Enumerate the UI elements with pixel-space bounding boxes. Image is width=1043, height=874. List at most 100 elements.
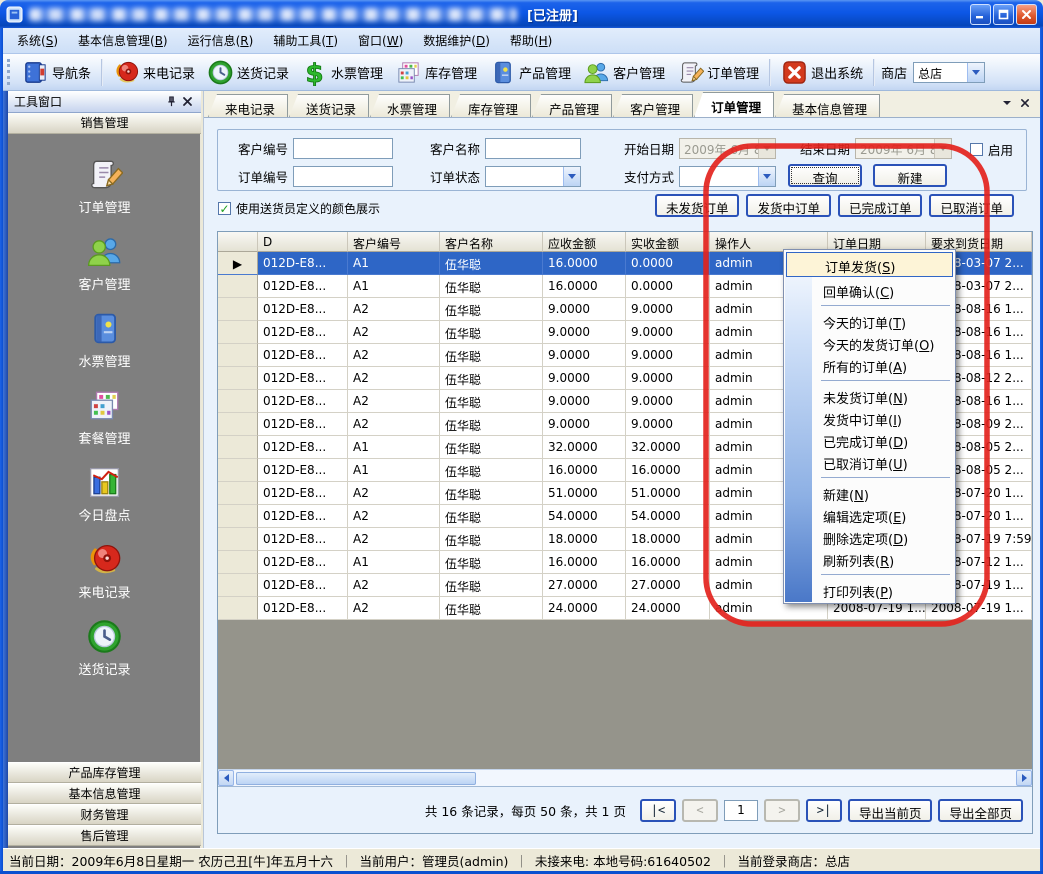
toolbar-button[interactable]: 退出系统 — [775, 56, 869, 89]
export-current-page-button[interactable]: 导出当前页 — [848, 799, 933, 822]
toolbar-button[interactable] — [769, 59, 771, 86]
chevron-down-icon[interactable] — [1002, 97, 1012, 111]
enable-checkbox[interactable] — [970, 143, 983, 156]
column-header[interactable]: 客户编号 — [348, 232, 440, 252]
close-icon[interactable] — [179, 94, 195, 110]
chevron-down-icon[interactable] — [758, 167, 775, 186]
row-selector-cell[interactable] — [218, 551, 258, 574]
tab[interactable]: 订单管理 — [694, 92, 774, 117]
tab[interactable]: 客户管理 — [613, 94, 693, 117]
scroll-left-icon[interactable] — [218, 770, 234, 786]
shop-select[interactable]: 总店 — [913, 62, 985, 83]
menu-item[interactable]: 窗口(W) — [348, 29, 413, 52]
order-status-filter-button[interactable]: 已取消订单 — [929, 194, 1014, 217]
context-menu-item[interactable] — [785, 376, 954, 385]
menu-item[interactable]: 帮助(H) — [500, 29, 562, 52]
toolbar-button[interactable]: $ 水票管理 — [295, 56, 389, 89]
sidebar-section-band[interactable]: 基本信息管理 — [8, 783, 201, 804]
toolbar-grip[interactable] — [7, 59, 11, 85]
close-tab-icon[interactable] — [1020, 97, 1030, 111]
row-selector-cell[interactable] — [218, 574, 258, 597]
toolbar-button[interactable] — [873, 59, 875, 86]
toolbar-button[interactable]: 客户管理 — [577, 56, 671, 89]
tab[interactable]: 水票管理 — [370, 94, 450, 117]
order-status-filter-button[interactable]: 未发货订单 — [655, 194, 740, 217]
toolbar-button[interactable]: 来电记录 — [107, 56, 201, 89]
context-menu-item[interactable]: 刷新列表(R) — [785, 548, 954, 570]
context-menu-item[interactable]: 打印列表(P) — [785, 579, 954, 601]
context-menu-item[interactable]: 今天的发货订单(O) — [785, 332, 954, 354]
context-menu-item[interactable] — [785, 301, 954, 310]
menu-item[interactable]: 运行信息(R) — [178, 29, 264, 52]
column-header[interactable]: 客户名称 — [440, 232, 543, 252]
context-menu-item[interactable]: 删除选定项(D) — [785, 526, 954, 548]
context-menu-item[interactable] — [785, 570, 954, 579]
last-page-button[interactable]: >| — [806, 799, 842, 822]
toolbar-button[interactable]: 订单管理 — [671, 56, 765, 89]
row-selector-cell[interactable] — [218, 413, 258, 436]
row-selector-cell[interactable]: ▶ — [218, 252, 258, 275]
sidebar-item[interactable]: 客户管理 — [78, 233, 130, 293]
column-header[interactable]: D — [258, 232, 348, 252]
color-checkbox[interactable]: ✓ — [218, 202, 231, 215]
maximize-button[interactable] — [993, 4, 1014, 25]
context-menu-item[interactable]: 已完成订单(D) — [785, 429, 954, 451]
chevron-down-icon[interactable] — [563, 167, 580, 186]
context-menu-item[interactable]: 未发货订单(N) — [785, 385, 954, 407]
menu-item[interactable]: 基本信息管理(B) — [68, 29, 178, 52]
row-selector-cell[interactable] — [218, 344, 258, 367]
chevron-down-icon[interactable] — [967, 63, 984, 82]
row-selector-cell[interactable] — [218, 482, 258, 505]
context-menu-item[interactable]: 回单确认(C) — [785, 279, 954, 301]
pin-icon[interactable] — [163, 94, 179, 110]
sidebar-section-sales[interactable]: 销售管理 — [8, 113, 201, 134]
sidebar-item[interactable]: 来电记录 — [78, 541, 130, 601]
column-header[interactable]: 应收金额 — [543, 232, 626, 252]
row-selector-cell[interactable] — [218, 321, 258, 344]
menu-item[interactable]: 辅助工具(T) — [263, 29, 348, 52]
sidebar-item[interactable]: 套餐管理 — [78, 387, 130, 447]
tab[interactable]: 来电记录 — [208, 94, 288, 117]
tab[interactable]: 送货记录 — [289, 94, 369, 117]
close-button[interactable] — [1016, 4, 1037, 25]
sidebar-item[interactable]: 今日盘点 — [78, 464, 130, 524]
end-date-picker[interactable]: 2009年 6月 8日 — [855, 138, 952, 159]
payment-select[interactable] — [679, 166, 776, 187]
context-menu-item[interactable]: 已取消订单(U) — [785, 451, 954, 473]
order-no-input[interactable] — [293, 166, 393, 187]
query-button[interactable]: 查询 — [788, 164, 862, 187]
toolbar-button[interactable]: 库存管理 — [389, 56, 483, 89]
scroll-right-icon[interactable] — [1016, 770, 1032, 786]
sidebar-item[interactable]: 订单管理 — [78, 156, 130, 216]
row-selector-cell[interactable] — [218, 436, 258, 459]
toolbar-button[interactable] — [101, 59, 103, 86]
customer-name-input[interactable] — [485, 138, 581, 159]
customer-no-input[interactable] — [293, 138, 393, 159]
context-menu-item[interactable]: 编辑选定项(E) — [785, 504, 954, 526]
column-header[interactable]: 实收金额 — [626, 232, 710, 252]
page-number-input[interactable] — [724, 800, 758, 821]
tab[interactable]: 基本信息管理 — [775, 94, 880, 117]
first-page-button[interactable]: |< — [640, 799, 676, 822]
order-status-filter-button[interactable]: 已完成订单 — [838, 194, 923, 217]
scrollbar-thumb[interactable] — [236, 772, 476, 785]
horizontal-scrollbar[interactable] — [218, 769, 1032, 786]
toolbar-button[interactable]: 产品管理 — [483, 56, 577, 89]
toolbar-button[interactable]: 导航条 — [16, 56, 97, 89]
next-page-button[interactable]: > — [764, 799, 800, 822]
row-selector-cell[interactable] — [218, 505, 258, 528]
sidebar-section-band[interactable]: 售后管理 — [8, 825, 201, 846]
row-selector-cell[interactable] — [218, 390, 258, 413]
context-menu-item[interactable]: 订单发货(S) — [786, 252, 953, 277]
export-all-pages-button[interactable]: 导出全部页 — [938, 799, 1023, 822]
order-status-filter-button[interactable]: 发货中订单 — [746, 194, 831, 217]
sidebar-item[interactable]: 送货记录 — [78, 618, 130, 678]
order-status-select[interactable] — [485, 166, 581, 187]
row-selector-cell[interactable] — [218, 367, 258, 390]
menu-item[interactable]: 系统(S) — [7, 29, 68, 52]
row-selector-cell[interactable] — [218, 275, 258, 298]
context-menu-item[interactable]: 今天的订单(T) — [785, 310, 954, 332]
start-date-picker[interactable]: 2009年 6月 8日 — [679, 138, 776, 159]
row-selector-cell[interactable] — [218, 597, 258, 620]
sidebar-section-band[interactable]: 财务管理 — [8, 804, 201, 825]
